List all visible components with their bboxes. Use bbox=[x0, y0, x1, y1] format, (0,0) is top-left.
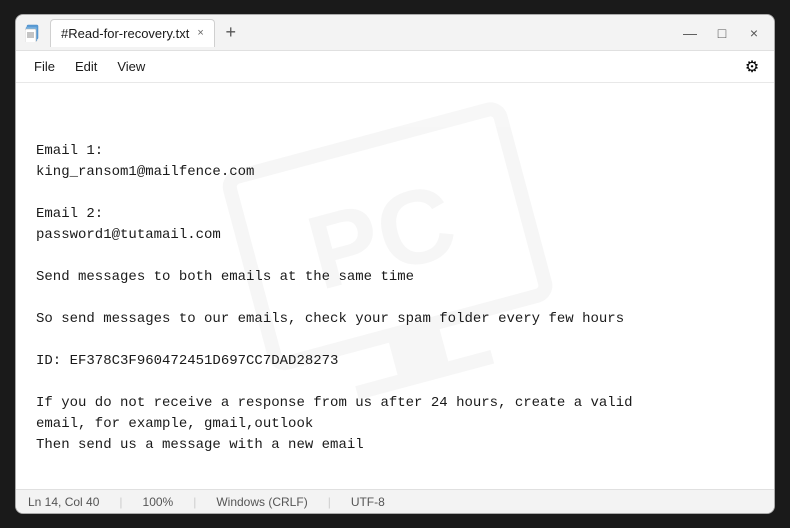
encoding: UTF-8 bbox=[351, 495, 385, 509]
zoom-level: 100% bbox=[143, 495, 174, 509]
file-menu[interactable]: File bbox=[24, 55, 65, 78]
tab-close-button[interactable]: × bbox=[197, 27, 203, 39]
minimize-button[interactable]: — bbox=[678, 21, 702, 45]
new-tab-button[interactable]: + bbox=[217, 19, 245, 47]
line-ending: Windows (CRLF) bbox=[216, 495, 307, 509]
menu-bar: File Edit View ⚙ bbox=[16, 51, 774, 83]
notepad-window: PC #Read-for-recovery.txt × + — □ × Fil bbox=[15, 14, 775, 514]
edit-menu[interactable]: Edit bbox=[65, 55, 107, 78]
settings-button[interactable]: ⚙ bbox=[738, 53, 766, 81]
close-button[interactable]: × bbox=[742, 21, 766, 45]
cursor-position: Ln 14, Col 40 bbox=[28, 495, 99, 509]
view-menu[interactable]: View bbox=[107, 55, 155, 78]
app-icon bbox=[24, 23, 44, 43]
text-editor[interactable]: Email 1: king_ransom1@mailfence.com Emai… bbox=[16, 83, 774, 489]
tab-label: #Read-for-recovery.txt bbox=[61, 26, 189, 41]
editor-content: Email 1: king_ransom1@mailfence.com Emai… bbox=[36, 141, 754, 456]
title-bar: #Read-for-recovery.txt × + — □ × bbox=[16, 15, 774, 51]
active-tab[interactable]: #Read-for-recovery.txt × bbox=[50, 19, 215, 47]
window-controls: — □ × bbox=[678, 21, 766, 45]
maximize-button[interactable]: □ bbox=[710, 21, 734, 45]
status-bar: Ln 14, Col 40 | 100% | Windows (CRLF) | … bbox=[16, 489, 774, 513]
